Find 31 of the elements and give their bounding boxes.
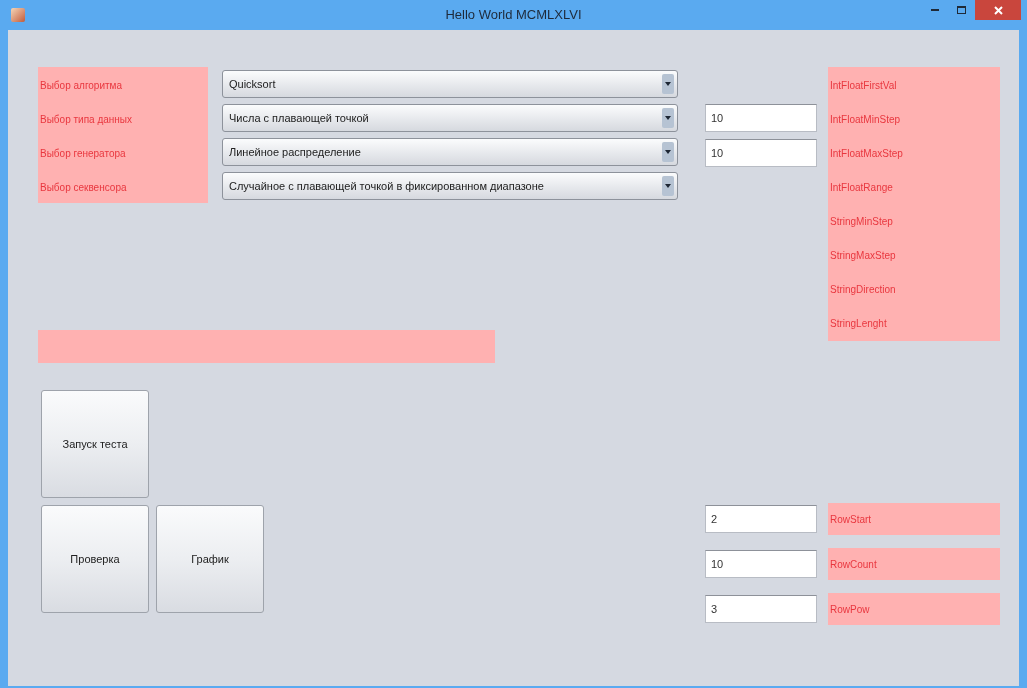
field-label: Выбор типа данных — [40, 113, 134, 127]
parameter-label: StringLenght — [830, 317, 888, 331]
push-button[interactable]: Запуск теста — [41, 390, 149, 498]
push-button[interactable]: График — [156, 505, 264, 613]
parameter-label: StringDirection — [830, 283, 897, 297]
parameter-label: IntFloatMaxStep — [830, 147, 904, 161]
field-label: Выбор алгоритма — [40, 79, 124, 93]
parameter-label: RowCount — [828, 548, 1000, 580]
dropdown[interactable]: Случайное с плавающей точкой в фиксированном диапазоне — [222, 172, 678, 200]
dropdown[interactable]: Линейное распределение — [222, 138, 678, 166]
input-field[interactable]: 10 — [705, 104, 817, 132]
parameter-label: IntFloatFirstVal — [830, 79, 898, 93]
input-field[interactable]: 3 — [705, 595, 817, 623]
push-button[interactable]: Проверка — [41, 505, 149, 613]
input-field[interactable]: 2 — [705, 505, 817, 533]
input-field[interactable]: 10 — [705, 139, 817, 167]
dropdown[interactable]: Числа с плавающей точкой — [222, 104, 678, 132]
window-title: Hello World MCMLXLVI — [444, 6, 583, 25]
dropdown[interactable]: Quicksort — [222, 70, 678, 98]
parameter-label: RowStart — [828, 503, 1000, 535]
parameter-label: RowPow — [828, 593, 1000, 625]
field-label: Выбор генератора — [40, 147, 127, 161]
app-icon — [11, 8, 25, 22]
parameter-label: IntFloatMinStep — [830, 113, 902, 127]
input-field[interactable]: 10 — [705, 550, 817, 578]
close-icon — [993, 5, 1003, 15]
parameter-label: StringMaxStep — [830, 249, 897, 263]
close-button[interactable] — [975, 0, 1021, 20]
parameter-label: IntFloatRange — [830, 181, 894, 195]
field-label: Выбор секвенсора — [40, 181, 128, 195]
parameter-label: StringMinStep — [830, 215, 894, 229]
